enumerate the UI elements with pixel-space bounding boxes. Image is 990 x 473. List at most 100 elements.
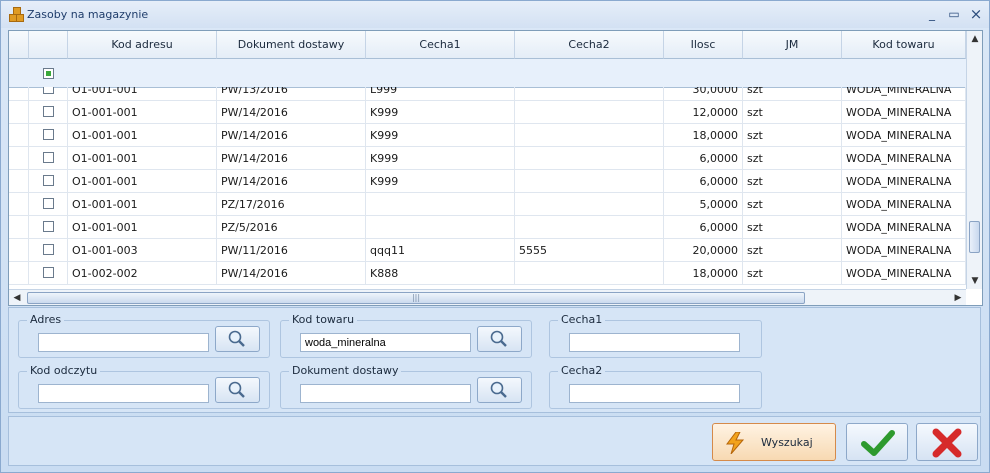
column-header-jm[interactable]: JM xyxy=(743,31,842,59)
row-select-cell xyxy=(29,124,68,147)
column-header-cecha1[interactable]: Cecha1 xyxy=(366,31,515,59)
cell-c2 xyxy=(515,262,664,285)
cell-kod: O1-001-001 xyxy=(68,170,217,193)
cell-kod: O1-001-001 xyxy=(68,101,217,124)
dokument-dostawy-input[interactable] xyxy=(300,384,471,403)
row-checkbox[interactable] xyxy=(43,152,54,163)
cell-towar: WODA_MINERALNA xyxy=(842,216,966,239)
cell-ilosc: 12,0000 xyxy=(664,101,743,124)
column-header-kod-towaru[interactable]: Kod towaru xyxy=(842,31,966,59)
search-button[interactable]: Wyszukaj xyxy=(712,423,836,461)
kod-odczytu-search-button[interactable] xyxy=(215,377,260,403)
row-select-cell xyxy=(29,216,68,239)
scroll-left-icon[interactable]: ◀ xyxy=(9,290,25,305)
cell-towar: WODA_MINERALNA xyxy=(842,170,966,193)
table-row[interactable]: O1-001-001 PW/14/2016 K999 12,0000 szt WODA_M… xyxy=(9,101,966,124)
cell-kod: O1-001-003 xyxy=(68,239,217,262)
cell-ilosc: 6,0000 xyxy=(664,147,743,170)
column-header-dokument-dostawy[interactable]: Dokument dostawy xyxy=(217,31,366,59)
cell-towar: WODA_MINERALNA xyxy=(842,147,966,170)
table-row[interactable]: O1-001-001 PZ/17/2016 5,0000 szt WODA_MINERA… xyxy=(9,193,966,216)
row-indicator xyxy=(9,239,29,262)
close-button[interactable]: × xyxy=(967,6,985,22)
row-indicator xyxy=(9,87,29,101)
select-column-header[interactable] xyxy=(29,31,68,59)
cell-ilosc: 20,0000 xyxy=(664,239,743,262)
cell-jm: szt xyxy=(743,170,842,193)
adres-input[interactable] xyxy=(38,333,209,352)
cell-ilosc: 5,0000 xyxy=(664,193,743,216)
row-checkbox[interactable] xyxy=(43,198,54,209)
cell-c1: L999 xyxy=(366,87,515,101)
row-indicator xyxy=(9,147,29,170)
scroll-right-icon[interactable]: ▶ xyxy=(950,290,966,305)
row-checkbox[interactable] xyxy=(43,244,54,255)
row-indicator xyxy=(9,216,29,239)
cell-jm: szt xyxy=(743,124,842,147)
select-all-checkbox[interactable] xyxy=(43,68,54,79)
row-checkbox[interactable] xyxy=(43,87,54,94)
cell-c2 xyxy=(515,193,664,216)
cell-dok: PW/14/2016 xyxy=(217,101,366,124)
row-indicator xyxy=(9,262,29,285)
scroll-up-icon[interactable]: ▲ xyxy=(967,31,982,47)
filter-panel: Adres Kod towaru Cecha1 Kod odczytu xyxy=(8,307,981,413)
vertical-scrollbar[interactable]: ▲ ▼ xyxy=(966,31,982,289)
lightning-icon xyxy=(726,432,745,454)
filter-row[interactable] xyxy=(9,59,966,88)
row-checkbox[interactable] xyxy=(43,106,54,117)
kod-towaru-input[interactable] xyxy=(300,333,471,352)
row-checkbox[interactable] xyxy=(43,221,54,232)
adres-search-button[interactable] xyxy=(215,326,260,352)
row-checkbox[interactable] xyxy=(43,175,54,186)
column-header-ilosc[interactable]: Ilosc xyxy=(664,31,743,59)
cancel-button[interactable] xyxy=(916,423,978,461)
magnifier-icon xyxy=(228,330,245,347)
kod-towaru-search-button[interactable] xyxy=(477,326,522,352)
cell-c1: K999 xyxy=(366,147,515,170)
cecha2-label: Cecha2 xyxy=(558,364,606,377)
cell-kod: O1-002-002 xyxy=(68,262,217,285)
title-bar: Zasoby na magazynie _ ▭ × xyxy=(1,1,989,28)
cell-jm: szt xyxy=(743,262,842,285)
scroll-down-icon[interactable]: ▼ xyxy=(967,273,982,289)
cecha1-label: Cecha1 xyxy=(558,313,606,326)
cell-ilosc: 30,0000 xyxy=(664,87,743,101)
table-row[interactable]: O1-001-001 PW/14/2016 K999 6,0000 szt WODA_MI… xyxy=(9,147,966,170)
cell-dok: PW/14/2016 xyxy=(217,170,366,193)
search-button-label: Wyszukaj xyxy=(761,436,813,449)
dokument-dostawy-search-button[interactable] xyxy=(477,377,522,403)
cell-c1: K999 xyxy=(366,101,515,124)
cecha1-input[interactable] xyxy=(569,333,740,352)
row-select-cell xyxy=(29,147,68,170)
maximize-button[interactable]: ▭ xyxy=(945,6,963,22)
vertical-scroll-thumb[interactable] xyxy=(969,221,980,253)
cecha2-input[interactable] xyxy=(569,384,740,403)
row-checkbox[interactable] xyxy=(43,129,54,140)
cell-c1 xyxy=(366,193,515,216)
dokument-dostawy-label: Dokument dostawy xyxy=(289,364,402,377)
row-select-cell xyxy=(29,193,68,216)
horizontal-scroll-thumb[interactable]: ||| xyxy=(27,292,805,304)
cell-jm: szt xyxy=(743,193,842,216)
row-checkbox[interactable] xyxy=(43,267,54,278)
cell-towar: WODA_MINERALNA xyxy=(842,193,966,216)
minimize-button[interactable]: _ xyxy=(923,6,941,22)
cell-ilosc: 18,0000 xyxy=(664,262,743,285)
table-row[interactable]: O1-001-001 PW/14/2016 K999 18,0000 szt WODA_M… xyxy=(9,124,966,147)
column-header-kod-adresu[interactable]: Kod adresu xyxy=(68,31,217,59)
ok-button[interactable] xyxy=(846,423,908,461)
table-row[interactable]: O1-001-001 PZ/5/2016 6,0000 szt WODA_MINERAL… xyxy=(9,216,966,239)
column-header-cecha2[interactable]: Cecha2 xyxy=(515,31,664,59)
cell-jm: szt xyxy=(743,147,842,170)
table-row[interactable]: O1-001-001 PW/14/2016 K999 6,0000 szt WODA_MI… xyxy=(9,170,966,193)
table-row[interactable]: O1-002-002 PW/14/2016 K888 18,0000 szt WODA_M… xyxy=(9,262,966,285)
table-row[interactable]: O1-001-003 PW/11/2016 qqq11 5555 20,0000 szt W… xyxy=(9,239,966,262)
table-row[interactable]: O1-001-001 PW/13/2016 L999 30,0000 szt WODA_M… xyxy=(9,87,966,101)
kod-odczytu-input[interactable] xyxy=(38,384,209,403)
cecha2-group: Cecha2 xyxy=(549,364,762,409)
checkmark-icon xyxy=(861,430,895,456)
cecha1-group: Cecha1 xyxy=(549,313,762,358)
cell-c1: qqq11 xyxy=(366,239,515,262)
horizontal-scrollbar[interactable]: ◀ ||| ▶ xyxy=(9,289,966,305)
